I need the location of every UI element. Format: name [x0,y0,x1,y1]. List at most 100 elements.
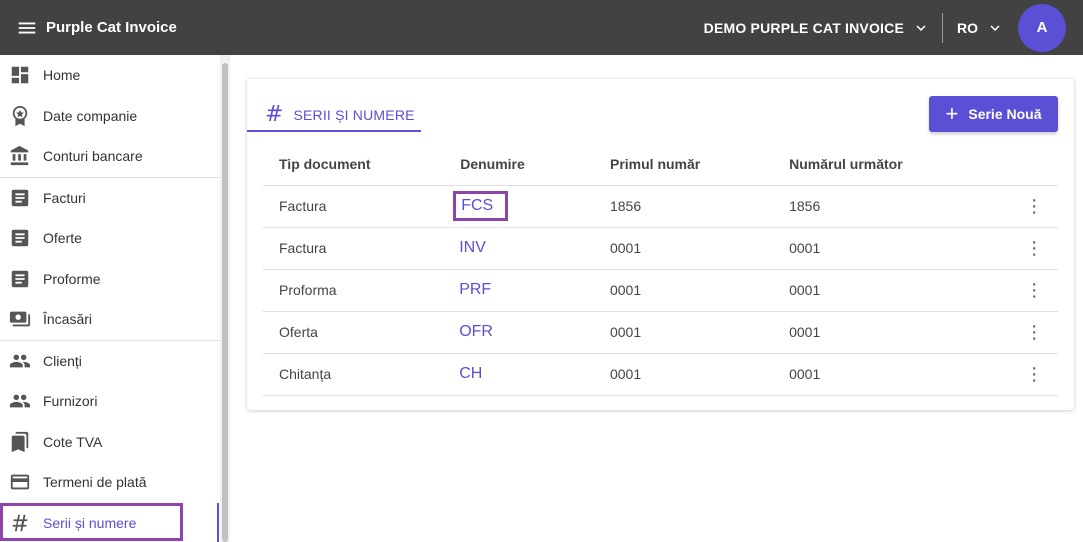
sidebar-item-home[interactable]: Home [0,55,220,96]
chevron-down-icon [990,24,1000,31]
hamburger-icon [18,22,36,33]
avatar[interactable]: A [1018,3,1066,52]
cell-name-container: FCS [444,185,594,228]
sidebar-item-label: Oferte [43,230,82,247]
new-series-label: Serie Nouă [968,106,1042,122]
column-header[interactable]: Denumire [444,143,594,186]
document-icon [0,259,38,299]
sidebar: Home Date companie Conturi bancare Factu… [0,55,230,542]
table-row[interactable]: Proforma PRF 0001 0001 ⋮ [263,269,1058,312]
bank-icon [0,136,38,176]
tab-label: SERII ȘI NUMERE [293,106,415,123]
sidebar-item-facturi[interactable]: Facturi [0,178,220,219]
sidebar-item-label: Proforme [43,270,101,287]
more-vert-icon[interactable]: ⋮ [1024,311,1058,354]
sidebar-item-label: Home [43,67,81,84]
sidebar-item-incasari[interactable]: Încasări [0,299,220,340]
sidebar-nav: Home Date companie Conturi bancare Factu… [0,55,220,542]
cell-first: 0001 [593,311,774,354]
company-selector[interactable]: DEMO PURPLE CAT INVOICE [704,19,942,37]
new-series-button[interactable]: + Serie Nouă [929,96,1058,132]
sidebar-item-proforme[interactable]: Proforme [0,259,220,300]
hash-icon [0,503,38,542]
cell-name-container: PRF [444,269,594,312]
sidebar-item-label: Furnizori [43,393,98,410]
sidebar-item-label: Termeni de plată [43,474,147,491]
column-header[interactable]: Tip document [263,143,445,186]
cell-next: 0001 [773,269,1025,312]
cell-name[interactable]: INV [453,235,492,261]
sidebar-item-cote-tva[interactable]: Cote TVA [0,422,220,463]
people-icon [0,341,38,381]
table-row[interactable]: Oferta OFR 0001 0001 ⋮ [263,311,1058,354]
sidebar-item-label: Clienți [43,352,82,369]
sidebar-item-serii-si-numere[interactable]: Serii și numere [0,503,220,542]
cell-first: 0001 [593,227,774,270]
sidebar-item-conturi-bancare[interactable]: Conturi bancare [0,136,220,177]
app-title: Purple Cat Invoice [46,19,177,36]
cell-name-container: OFR [444,311,594,354]
tab-underline [247,130,421,132]
table-row[interactable]: Factura FCS 1856 1856 ⋮ [263,185,1058,228]
sidebar-item-termeni-de-plata[interactable]: Termeni de plată [0,462,220,503]
sidebar-item-label: Date companie [43,107,138,124]
sidebar-item-label: Conturi bancare [43,148,143,165]
document-icon [0,178,38,218]
menu-button[interactable] [0,0,46,55]
cell-first: 0001 [593,353,774,396]
badge-icon [0,96,38,136]
active-indicator [217,503,219,542]
cell-type: Proforma [263,269,445,312]
top-bar: Purple Cat Invoice DEMO PURPLE CAT INVOI… [0,0,1083,55]
sidebar-item-label: Serii și numere [43,514,137,531]
column-header-actions [1024,143,1058,186]
sidebar-item-label: Facturi [43,189,86,206]
sidebar-item-clienti[interactable]: Clienți [0,341,220,382]
cell-type: Chitanța [263,353,445,396]
cell-name-container: INV [444,227,594,270]
people-icon [0,381,38,421]
column-header[interactable]: Primul număr [593,143,774,186]
language-selector[interactable]: RO [943,19,1012,37]
language-label: RO [957,19,978,36]
sidebar-item-oferte[interactable]: Oferte [0,218,220,259]
cell-type: Oferta [263,311,445,354]
sidebar-item-date-companie[interactable]: Date companie [0,96,220,137]
table-row[interactable]: Chitanța CH 0001 0001 ⋮ [263,353,1058,396]
table-header-row: Tip document Denumire Primul număr Număr… [263,143,1058,186]
cell-next: 1856 [773,185,1025,228]
cash-icon [0,299,38,339]
cell-next: 0001 [773,353,1025,396]
dashboard-icon [0,55,38,95]
cell-next: 0001 [773,227,1025,270]
cell-first: 1856 [593,185,774,228]
chevron-down-icon [916,24,926,31]
series-table: Tip document Denumire Primul număr Număr… [263,143,1058,396]
series-card: # SERII ȘI NUMERE + Serie Nouă Tip docum… [247,79,1074,410]
more-vert-icon[interactable]: ⋮ [1024,227,1058,270]
tab-serii-si-numere[interactable]: # SERII ȘI NUMERE [247,97,421,132]
sidebar-item-label: Încasări [43,311,93,328]
hash-icon: # [265,102,284,127]
cell-type: Factura [263,185,445,228]
cell-next: 0001 [773,311,1025,354]
cell-name[interactable]: PRF [453,277,497,303]
company-name: DEMO PURPLE CAT INVOICE [703,19,904,36]
sidebar-scrollbar-thumb[interactable] [222,63,228,542]
sidebar-item-label: Cote TVA [43,433,103,450]
sidebar-item-furnizori[interactable]: Furnizori [0,381,220,422]
cell-name[interactable]: FCS [453,191,509,221]
credit-card-icon [0,462,38,502]
more-vert-icon[interactable]: ⋮ [1024,353,1058,396]
more-vert-icon[interactable]: ⋮ [1024,185,1058,228]
cell-first: 0001 [593,269,774,312]
cell-type: Factura [263,227,445,270]
plus-icon: + [945,101,959,126]
document-icon [0,218,38,258]
table-row[interactable]: Factura INV 0001 0001 ⋮ [263,227,1058,270]
cell-name[interactable]: CH [453,361,488,387]
cell-name[interactable]: OFR [453,319,499,345]
column-header[interactable]: Numărul următor [773,143,1025,186]
more-vert-icon[interactable]: ⋮ [1024,269,1058,312]
bookmarks-icon [0,422,38,462]
